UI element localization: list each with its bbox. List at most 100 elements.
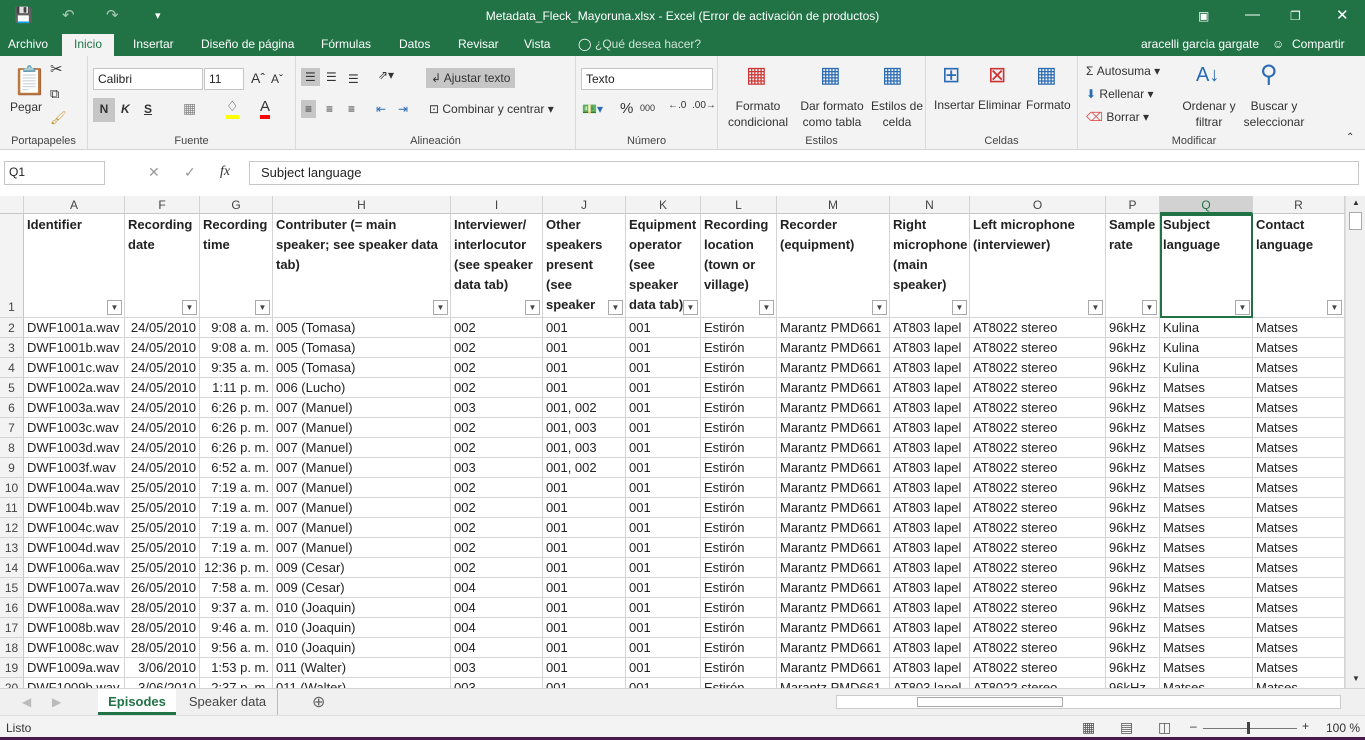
cell[interactable]: 96kHz xyxy=(1106,498,1160,518)
number-format-select[interactable]: Texto xyxy=(581,68,713,90)
header-cell[interactable]: Contact language ▼ xyxy=(1253,214,1345,318)
cell[interactable]: Matses xyxy=(1160,438,1253,458)
cell[interactable]: Estirón xyxy=(701,638,777,658)
cell[interactable]: 009 (Cesar) xyxy=(273,578,451,598)
page-break-icon[interactable]: ◫ xyxy=(1158,719,1171,736)
cell[interactable]: 009 (Cesar) xyxy=(273,558,451,578)
cell[interactable]: 004 xyxy=(451,598,543,618)
align-left-icon[interactable]: ≡ xyxy=(301,100,317,118)
cell[interactable]: 6:26 p. m. xyxy=(200,398,273,418)
filter-dropdown-icon[interactable]: ▼ xyxy=(872,300,887,315)
cell[interactable]: Matses xyxy=(1160,498,1253,518)
cell[interactable]: 003 xyxy=(451,678,543,688)
collapse-ribbon-icon[interactable]: ⌃ xyxy=(1346,132,1354,143)
cell[interactable]: Marantz PMD661 xyxy=(777,658,890,678)
cell[interactable]: Estirón xyxy=(701,618,777,638)
cell[interactable]: 010 (Joaquin) xyxy=(273,618,451,638)
cell[interactable]: 001 xyxy=(543,538,626,558)
cell[interactable]: AT803 lapel xyxy=(890,678,970,688)
horizontal-scrollbar[interactable] xyxy=(836,695,1341,709)
cell[interactable]: DWF1004c.wav xyxy=(24,518,125,538)
cell[interactable]: Matses xyxy=(1253,538,1345,558)
cell[interactable]: 96kHz xyxy=(1106,618,1160,638)
cell[interactable]: 001, 003 xyxy=(543,418,626,438)
cell[interactable]: 001 xyxy=(543,358,626,378)
autosum-button[interactable]: Σ Autosuma ▾ xyxy=(1086,64,1160,78)
cell[interactable]: DWF1003f.wav xyxy=(24,458,125,478)
cell-styles-icon[interactable]: ▦ xyxy=(882,62,903,88)
header-cell[interactable]: Recording location (town or village) ▼ xyxy=(701,214,777,318)
cell[interactable]: AT8022 stereo xyxy=(970,478,1106,498)
cell[interactable]: 007 (Manuel) xyxy=(273,498,451,518)
cell[interactable]: DWF1008a.wav xyxy=(24,598,125,618)
cell[interactable]: Matses xyxy=(1253,418,1345,438)
cell[interactable]: AT803 lapel xyxy=(890,578,970,598)
cell[interactable]: Matses xyxy=(1160,678,1253,688)
filter-dropdown-icon[interactable]: ▼ xyxy=(1088,300,1103,315)
cell[interactable]: AT8022 stereo xyxy=(970,578,1106,598)
zoom-slider-thumb[interactable] xyxy=(1247,722,1250,734)
scroll-down-icon[interactable]: ▼ xyxy=(1352,674,1360,683)
cut-icon[interactable]: ✂ xyxy=(50,60,63,78)
cell[interactable]: Estirón xyxy=(701,538,777,558)
vertical-scrollbar[interactable]: ▲ ▼ xyxy=(1345,196,1365,688)
cell[interactable]: AT8022 stereo xyxy=(970,458,1106,478)
cell[interactable]: 001, 002 xyxy=(543,398,626,418)
header-cell[interactable]: Equipment operator (see speaker data tab… xyxy=(626,214,701,318)
row-header[interactable]: 3 xyxy=(0,338,24,358)
cell-styles-button[interactable]: Estilos de celda xyxy=(870,98,924,130)
row-header[interactable]: 5 xyxy=(0,378,24,398)
column-header-a[interactable]: A xyxy=(24,196,125,214)
format-cells-button[interactable]: Formato xyxy=(1026,98,1071,112)
cell[interactable]: 001 xyxy=(543,378,626,398)
cell[interactable]: 24/05/2010 xyxy=(125,338,200,358)
cell[interactable]: 001 xyxy=(543,618,626,638)
align-right-icon[interactable]: ≡ xyxy=(348,102,355,116)
cell[interactable]: 96kHz xyxy=(1106,318,1160,338)
cell[interactable]: 28/05/2010 xyxy=(125,598,200,618)
cell[interactable]: 003 xyxy=(451,398,543,418)
cell[interactable]: 001 xyxy=(626,338,701,358)
cell[interactable]: DWF1003d.wav xyxy=(24,438,125,458)
cell[interactable]: DWF1002a.wav xyxy=(24,378,125,398)
row-header[interactable]: 14 xyxy=(0,558,24,578)
percent-button[interactable]: % xyxy=(620,100,633,117)
cell[interactable]: 96kHz xyxy=(1106,398,1160,418)
header-cell[interactable]: Interviewer/ interlocutor (see speaker d… xyxy=(451,214,543,318)
cell[interactable]: 001 xyxy=(626,678,701,688)
share-button[interactable]: Compartir xyxy=(1292,37,1345,51)
cell[interactable]: 007 (Manuel) xyxy=(273,518,451,538)
cell[interactable]: DWF1008b.wav xyxy=(24,618,125,638)
cell[interactable]: 001 xyxy=(543,658,626,678)
cell[interactable]: 001, 003 xyxy=(543,438,626,458)
cell[interactable]: DWF1008c.wav xyxy=(24,638,125,658)
tab-revisar[interactable]: Revisar xyxy=(458,37,499,51)
enter-icon[interactable]: ✓ xyxy=(184,164,196,181)
cell[interactable]: Estirón xyxy=(701,518,777,538)
cell[interactable]: AT803 lapel xyxy=(890,358,970,378)
cell[interactable]: 96kHz xyxy=(1106,358,1160,378)
cell[interactable]: 96kHz xyxy=(1106,338,1160,358)
cell[interactable]: 010 (Joaquin) xyxy=(273,638,451,658)
cell[interactable]: Matses xyxy=(1253,658,1345,678)
column-header-p[interactable]: P xyxy=(1106,196,1160,214)
cell[interactable]: 001 xyxy=(626,618,701,638)
filter-dropdown-icon[interactable]: ▼ xyxy=(182,300,197,315)
cell[interactable]: AT8022 stereo xyxy=(970,618,1106,638)
cell[interactable]: 001 xyxy=(543,318,626,338)
column-header-o[interactable]: O xyxy=(970,196,1106,214)
cell[interactable]: 28/05/2010 xyxy=(125,618,200,638)
cell[interactable]: 001 xyxy=(543,578,626,598)
delete-cells-icon[interactable]: ⊠ xyxy=(988,62,1006,88)
cell[interactable]: Matses xyxy=(1253,578,1345,598)
cell[interactable]: Estirón xyxy=(701,578,777,598)
tab-diseno-pagina[interactable]: Diseño de página xyxy=(201,37,294,51)
cell[interactable]: Matses xyxy=(1160,618,1253,638)
cell[interactable]: Estirón xyxy=(701,378,777,398)
row-header[interactable]: 12 xyxy=(0,518,24,538)
format-table-icon[interactable]: ▦ xyxy=(820,62,841,88)
align-bottom-icon[interactable]: ☰ xyxy=(348,72,359,86)
cell[interactable]: Matses xyxy=(1160,378,1253,398)
currency-icon[interactable]: 💵▾ xyxy=(582,102,603,116)
cell[interactable]: Marantz PMD661 xyxy=(777,418,890,438)
